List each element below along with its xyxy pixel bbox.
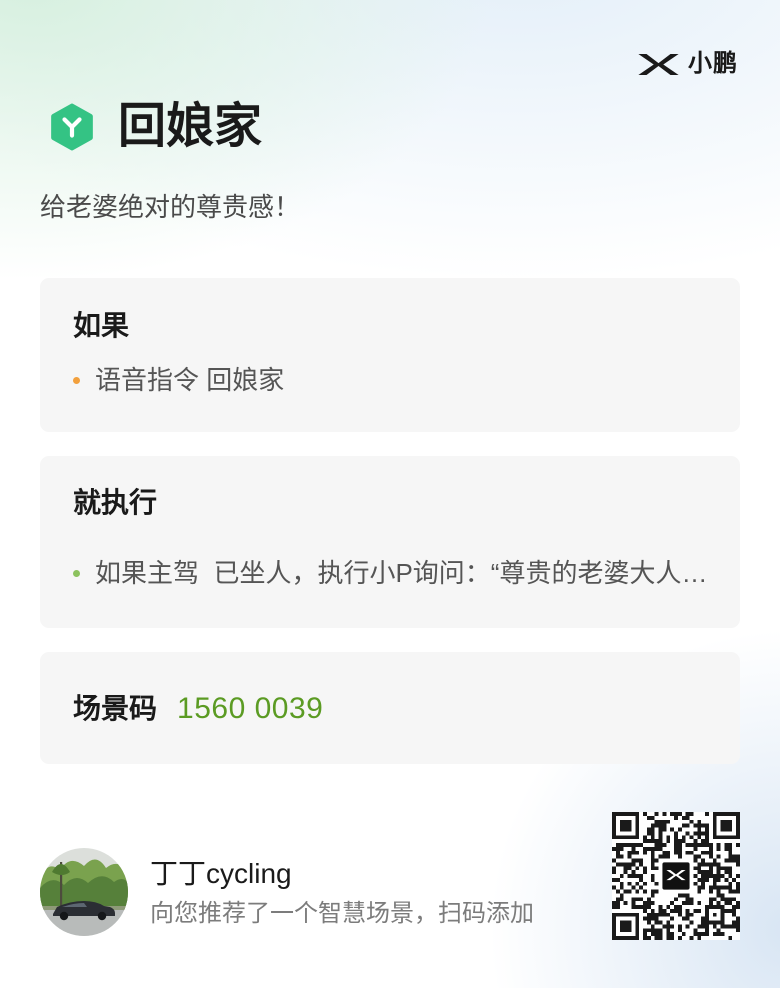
brand-name: 小鹏 [688,50,738,77]
scene-code-row: 场景码 1560 0039 [73,691,323,727]
xpeng-logo-icon [662,862,690,890]
hexagon-y-icon [48,103,96,151]
trigger-card-heading: 如果 [73,310,130,341]
scene-code-label: 场景码 [73,693,158,724]
bullet-dot-icon [73,569,80,577]
action-card-heading: 就执行 [73,487,158,518]
trigger-item: 语音指令 回娘家 [73,363,720,397]
trigger-card: 如果 语音指令 回娘家 [40,278,740,432]
sharer-message: 向您推荐了一个智慧场景，扫码添加 [150,900,534,927]
qr-code-image [612,812,740,940]
scene-code-value: 1560 0039 [177,692,324,725]
xpeng-logo-icon [638,53,679,75]
action-item-text: 如果主驾 已坐人，执行小P询问：“尊贵的老婆大人… [95,558,708,588]
sharer-name: 丁丁cycling [150,858,292,889]
trigger-item-text: 语音指令 回娘家 [95,365,285,395]
action-card: 就执行 如果主驾 已坐人，执行小P询问：“尊贵的老婆大人… [40,456,740,628]
avatar [40,848,128,936]
qr-code[interactable] [612,812,740,940]
scene-code-card: 场景码 1560 0039 [40,652,740,764]
bullet-dot-icon [73,376,80,384]
avatar-photo [40,848,128,936]
scene-title: 回娘家 [118,100,263,153]
scene-subtitle: 给老婆绝对的尊贵感！ [40,192,301,222]
action-item: 如果主驾 已坐人，执行小P询问：“尊贵的老婆大人… [73,556,720,590]
brand-logo: 小鹏 [637,49,738,79]
